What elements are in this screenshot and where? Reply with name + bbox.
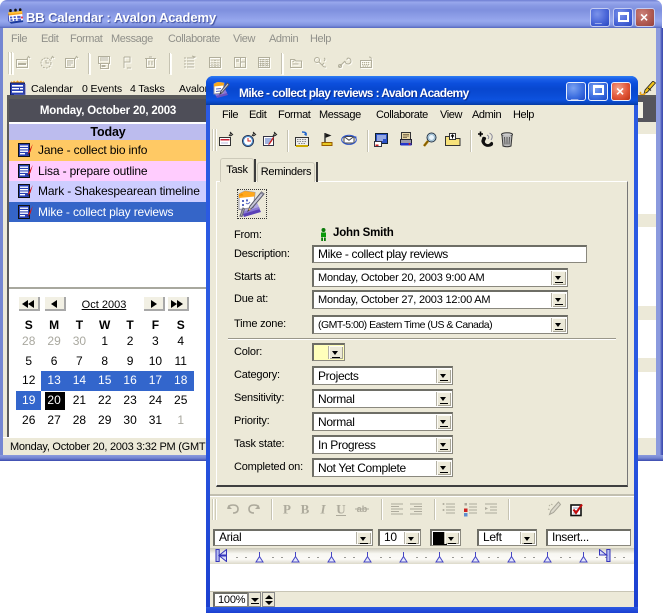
- svg-text:U: U: [336, 502, 346, 517]
- svg-text:P: P: [283, 502, 291, 517]
- svg-text:B: B: [301, 502, 310, 517]
- svg-text:I: I: [319, 502, 326, 517]
